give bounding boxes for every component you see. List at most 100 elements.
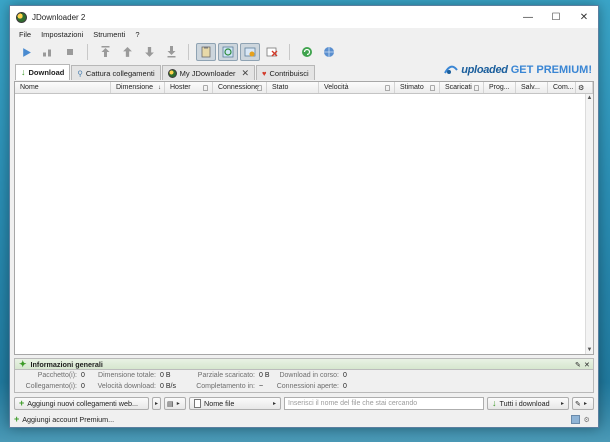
open-connections-label: Connessioni aperte: [276, 383, 339, 390]
silent-mode-icon [266, 47, 278, 57]
tab-my-jdownloader[interactable]: My JDownloader ✕ [161, 65, 256, 80]
lock-icon [257, 85, 262, 91]
play-icon [22, 47, 31, 57]
menu-help[interactable]: ? [130, 30, 144, 39]
chevron-right-icon: ▸ [154, 401, 158, 407]
clipboard-icon [201, 46, 211, 58]
column-hoster[interactable]: Hoster [165, 82, 213, 93]
download-speed-label: Velocità download: [97, 383, 156, 390]
wrench-icon[interactable]: ✎ [575, 360, 581, 369]
column-connection[interactable]: Connessione [213, 82, 267, 93]
tab-label: Contribuisci [269, 68, 309, 78]
close-tab-icon[interactable]: ✕ [242, 68, 250, 79]
eta-label: Completamento in: [196, 383, 255, 390]
column-status[interactable]: Stato [267, 82, 319, 93]
maximize-button[interactable]: ☐ [542, 6, 570, 28]
toolbar-separator [289, 44, 290, 60]
uploaded-logo-icon [444, 65, 459, 74]
partial-loaded-value: 0 B [259, 372, 270, 379]
window-title: JDownloader 2 [32, 12, 86, 22]
premium-toggle[interactable] [240, 43, 260, 61]
column-save-to[interactable]: Salv... [516, 82, 548, 93]
move-up-button[interactable] [117, 43, 137, 61]
close-panel-icon[interactable]: ✕ [584, 360, 590, 369]
download-speed-value: 0 B/s [160, 383, 176, 390]
toolbar [10, 41, 598, 63]
move-down-button[interactable] [139, 43, 159, 61]
update-button[interactable] [297, 43, 317, 61]
settings-menu-button[interactable]: ✎ ▸ [572, 397, 594, 410]
add-links-menu[interactable]: ▸ [152, 397, 161, 410]
view-filter-select[interactable]: ↓ Tutti i download ▸ [487, 397, 569, 410]
column-config-button[interactable]: ⚙ [576, 82, 593, 93]
menu-file[interactable]: File [14, 30, 36, 39]
tab-download[interactable]: ↓ Download [15, 64, 71, 80]
lock-icon [385, 85, 390, 91]
search-type-select[interactable]: Nome file ▸ [189, 397, 281, 410]
heart-icon: ♥ [262, 68, 267, 78]
info-row: Collegamento(i): 0 Velocità download: 0 … [15, 381, 593, 392]
scroll-up-icon[interactable]: ▲ [586, 94, 593, 102]
search-type-label: Nome file [204, 399, 235, 408]
premium-banner[interactable]: uploaded GET PREMIUM! [444, 64, 592, 76]
clipboard-observer-toggle[interactable] [196, 43, 216, 61]
title-bar: JDownloader 2 — ☐ ✕ [10, 6, 598, 28]
column-name[interactable]: Nome [15, 82, 111, 93]
globe-icon [324, 47, 334, 57]
file-icon [194, 399, 201, 408]
move-top-button[interactable] [95, 43, 115, 61]
column-loaded[interactable]: Scaricati [440, 82, 484, 93]
view-filter-label: Tutti i download [499, 399, 550, 408]
column-size[interactable]: Dimensione ↓ [111, 82, 165, 93]
move-bottom-icon [167, 46, 175, 58]
partial-loaded-label: Parziale scaricato: [197, 372, 255, 379]
packages-label: Pacchetto(i): [37, 372, 77, 379]
info-panel-title: Informazioni generali [30, 359, 103, 369]
packages-value: 0 [81, 372, 85, 379]
close-button[interactable]: ✕ [570, 6, 598, 28]
menu-tools[interactable]: Strumenti [88, 30, 130, 39]
gear-icon[interactable]: ⚙ [584, 415, 590, 424]
minimize-button[interactable]: — [514, 6, 542, 28]
move-bottom-button[interactable] [161, 43, 181, 61]
info-row: Pacchetto(i): 0 Dimensione totale: 0 B P… [15, 370, 593, 381]
search-placeholder: Inserisci il nome del file che stai cerc… [288, 400, 418, 407]
stop-button[interactable] [60, 43, 80, 61]
column-speed[interactable]: Velocità [319, 82, 395, 93]
add-links-button[interactable]: + Aggiungi nuovi collegamenti web... [14, 397, 149, 410]
clear-list-button[interactable]: ▤ ▸ [164, 397, 186, 410]
chevron-right-icon: ▸ [272, 401, 276, 407]
total-size-label: Dimensione totale: [98, 372, 156, 379]
toolbar-separator [87, 44, 88, 60]
add-premium-account-link[interactable]: Aggiungi account Premium... [22, 415, 114, 424]
running-downloads-label: Download in corso: [279, 372, 339, 379]
vertical-scrollbar[interactable]: ▲ ▼ [585, 94, 593, 354]
promo-logo: uploaded [461, 64, 508, 76]
tab-contribute[interactable]: ♥ Contribuisci [256, 65, 315, 80]
column-progress[interactable]: Prog... [484, 82, 516, 93]
tab-linkgrabber[interactable]: ⚲ Cattura collegamenti [71, 65, 161, 80]
links-label: Collegamento(i): [25, 383, 77, 390]
tab-label: Download [28, 68, 65, 77]
wrench-icon: ✎ [575, 399, 582, 408]
auto-reconnect-toggle[interactable] [218, 43, 238, 61]
reconnect-button[interactable] [319, 43, 339, 61]
menu-settings[interactable]: Impostazioni [36, 30, 88, 39]
pause-button[interactable] [38, 43, 58, 61]
jdownloader-logo-icon [16, 11, 27, 23]
lock-icon [474, 85, 479, 91]
tray-icon[interactable] [570, 415, 580, 424]
scroll-down-icon[interactable]: ▼ [586, 346, 593, 354]
start-button[interactable] [16, 43, 36, 61]
eta-value: ~ [259, 383, 264, 390]
silent-mode-button[interactable] [262, 43, 282, 61]
column-eta[interactable]: Stimato [395, 82, 440, 93]
column-comment[interactable]: Com... [548, 82, 576, 93]
search-input[interactable]: Inserisci il nome del file che stai cerc… [284, 397, 484, 410]
info-leaf-icon: ✦ [19, 358, 27, 369]
info-panel-header: ✦ Informazioni generali ✎ ✕ [15, 359, 593, 370]
download-table[interactable]: Nome Dimensione ↓ Hoster Connessione Stat… [14, 81, 594, 355]
lock-icon [430, 85, 435, 91]
running-downloads-value: 0 [343, 372, 347, 379]
jdownloader-icon [167, 68, 177, 78]
